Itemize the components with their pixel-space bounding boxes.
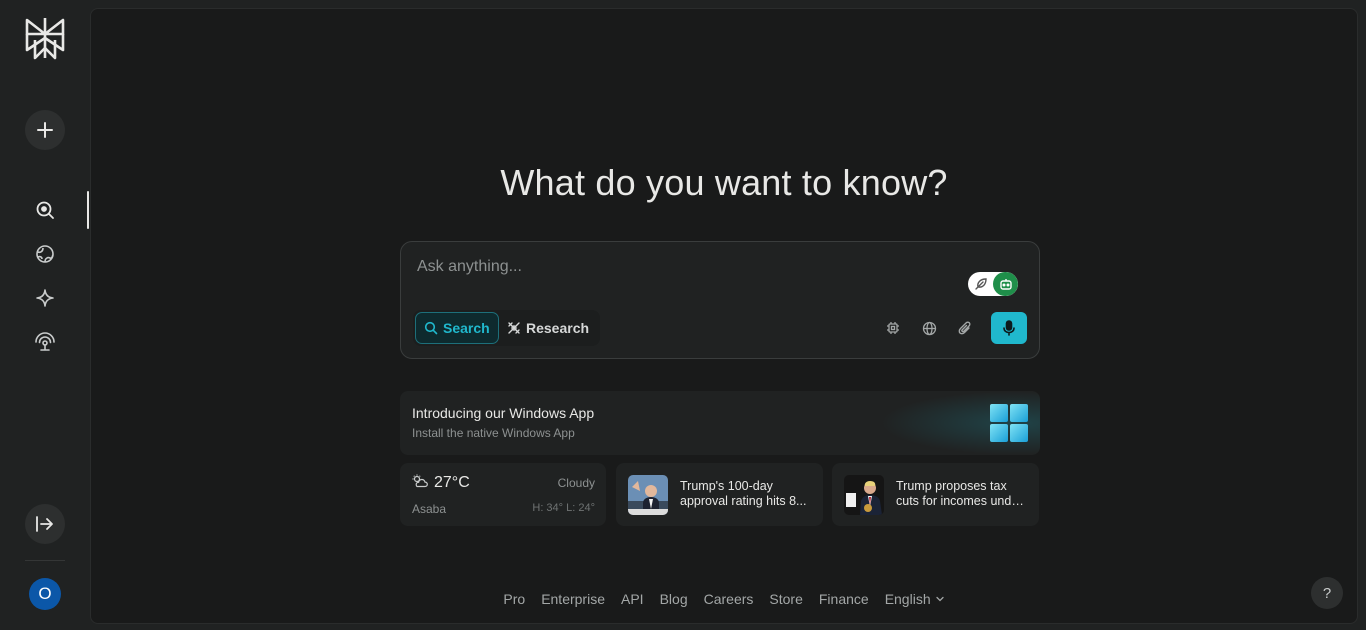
microphone-icon — [1003, 320, 1015, 336]
expand-arrow-icon — [36, 516, 53, 532]
sidebar-item-home[interactable] — [25, 192, 65, 228]
sidebar-item-discover[interactable] — [25, 236, 65, 272]
footer-link-pro[interactable]: Pro — [503, 591, 525, 607]
news-card[interactable]: Trump's 100-day approval rating hits 8..… — [616, 463, 823, 526]
windows-logo-icon — [990, 404, 1028, 442]
search-icon — [424, 321, 438, 335]
research-icon — [508, 322, 520, 334]
footer-link-api[interactable]: API — [621, 591, 644, 607]
model-toggle[interactable] — [968, 272, 1018, 296]
news-thumbnail — [844, 475, 884, 515]
sparkle-icon — [36, 289, 54, 307]
news-headline-line2: cuts for incomes unde... — [896, 494, 1028, 508]
news-headline-line1: Trump's 100-day — [680, 479, 773, 493]
search-box: Search Research — [400, 241, 1040, 359]
footer-link-finance[interactable]: Finance — [819, 591, 869, 607]
model-chip-button[interactable] — [883, 318, 903, 338]
news-card[interactable]: Trump proposes tax cuts for incomes unde… — [832, 463, 1039, 526]
plus-icon — [37, 122, 53, 138]
footer-link-careers[interactable]: Careers — [704, 591, 754, 607]
search-mode-label: Search — [443, 320, 490, 336]
weather-high-low: H: 34° L: 24° — [532, 502, 595, 514]
mode-selector: Search Research — [413, 310, 600, 346]
avatar[interactable]: O — [29, 578, 61, 610]
research-mode-button[interactable]: Research — [499, 312, 597, 344]
broadcast-icon — [35, 332, 55, 351]
perplexity-logo-icon[interactable] — [24, 14, 66, 62]
search-mode-button[interactable]: Search — [415, 312, 499, 344]
footer-link-enterprise[interactable]: Enterprise — [541, 591, 605, 607]
expand-sidebar-button[interactable] — [25, 504, 65, 544]
sources-button[interactable] — [919, 318, 939, 338]
chip-icon — [887, 322, 899, 334]
weather-city: Asaba — [412, 502, 447, 516]
weather-card[interactable]: 27°C Cloudy Asaba H: 34° L: 24° — [400, 463, 606, 526]
footer-link-blog[interactable]: Blog — [660, 591, 688, 607]
weather-temperature: 27°C — [434, 474, 470, 491]
news-headline-line2: approval rating hits 8... — [680, 494, 807, 508]
globe-icon — [922, 321, 936, 335]
sidebar: O — [0, 0, 90, 630]
news-thumbnail — [628, 475, 668, 515]
news-headline: Trump proposes tax cuts for incomes unde… — [896, 479, 1028, 509]
search-icon — [36, 201, 54, 219]
search-input[interactable] — [417, 256, 937, 278]
weather-condition: Cloudy — [557, 476, 595, 490]
windows-app-promo[interactable]: Introducing our Windows App Install the … — [400, 391, 1040, 455]
chevron-down-icon — [935, 596, 944, 602]
sidebar-item-spaces[interactable] — [25, 280, 65, 316]
help-button[interactable]: ? — [1311, 577, 1343, 609]
cloudy-sun-icon — [412, 474, 428, 488]
new-thread-button[interactable] — [25, 110, 65, 150]
attach-button[interactable] — [955, 318, 975, 338]
language-label: English — [884, 591, 931, 607]
news-headline: Trump's 100-day approval rating hits 8..… — [680, 479, 812, 509]
footer-links: Pro Enterprise API Blog Careers Store Fi… — [91, 591, 1357, 607]
footer-link-store[interactable]: Store — [769, 591, 802, 607]
promo-title: Introducing our Windows App — [412, 405, 595, 421]
main-panel: What do you want to know? Ask anything..… — [90, 8, 1358, 624]
globe-icon — [36, 245, 54, 263]
feather-icon — [968, 272, 993, 296]
promo-subtitle: Install the native Windows App — [412, 426, 575, 440]
page-title: What do you want to know? — [500, 162, 948, 203]
news-headline-line1: Trump proposes tax — [896, 479, 1007, 493]
research-mode-label: Research — [526, 320, 590, 336]
sidebar-divider — [25, 560, 65, 561]
paperclip-icon — [958, 321, 971, 334]
robot-icon — [993, 272, 1018, 296]
active-indicator — [87, 191, 89, 229]
language-selector[interactable]: English — [885, 591, 945, 607]
sidebar-item-library[interactable] — [25, 324, 65, 360]
voice-input-button[interactable] — [991, 312, 1027, 344]
